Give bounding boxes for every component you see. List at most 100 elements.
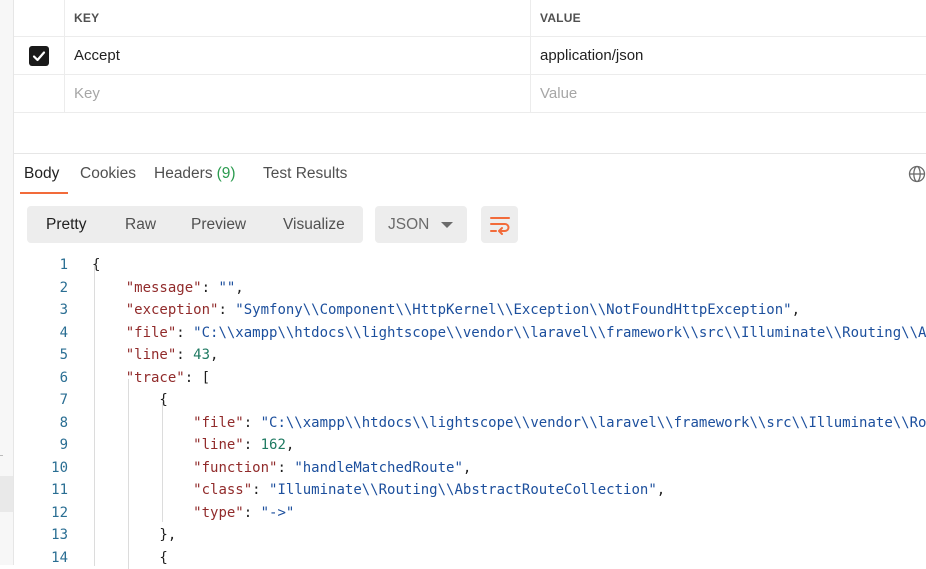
code-text: { (92, 389, 168, 412)
view-mode-pretty[interactable]: Pretty (46, 206, 86, 243)
code-line: 3 "exception": "Symfony\\Component\\Http… (14, 299, 926, 322)
json-punctuation: : (218, 302, 235, 318)
header-key-field[interactable]: Accept (65, 37, 531, 74)
line-number: 3 (14, 299, 68, 322)
line-number: 9 (14, 434, 68, 457)
json-punctuation: : (176, 347, 193, 363)
json-punctuation: , (657, 482, 665, 498)
json-punctuation: : (277, 460, 294, 476)
line-number: 12 (14, 502, 68, 525)
code-line: 6 "trace": [ (14, 367, 926, 390)
code-line: 2 "message": "", (14, 277, 926, 300)
code-text: "trace": [ (92, 367, 210, 390)
json-punctuation (92, 437, 193, 453)
table-row: Accept application/json (14, 37, 926, 75)
json-punctuation: }, (92, 527, 176, 543)
json-key: "function" (193, 460, 277, 476)
response-tabs: Body Cookies Headers(9) Test Results (14, 153, 926, 194)
tab-body-label: Body (24, 165, 59, 183)
view-mode-raw[interactable]: Raw (125, 206, 156, 243)
tab-body[interactable]: Body (24, 154, 59, 194)
json-key: "line" (126, 347, 177, 363)
code-text: "line": 162, (92, 434, 294, 457)
row-enabled-checkbox[interactable] (29, 46, 49, 66)
json-punctuation: , (210, 347, 218, 363)
header-check-column (14, 0, 65, 36)
json-punctuation: { (92, 392, 168, 408)
json-string: "->" (261, 505, 295, 521)
json-punctuation: , (235, 280, 243, 296)
code-text: "file": "C:\\xampp\\htdocs\\lightscope\\… (92, 412, 926, 435)
code-text: "exception": "Symfony\\Component\\HttpKe… (92, 299, 800, 322)
tab-cookies[interactable]: Cookies (80, 154, 136, 194)
new-key-input[interactable]: Key (65, 75, 531, 112)
code-text: "type": "->" (92, 502, 294, 525)
code-line: 10 "function": "handleMatchedRoute", (14, 457, 926, 480)
tab-test-results[interactable]: Test Results (263, 154, 347, 194)
tab-cookies-label: Cookies (80, 165, 136, 183)
code-line: 8 "file": "C:\\xampp\\htdocs\\lightscope… (14, 412, 926, 435)
line-number: 10 (14, 457, 68, 480)
json-punctuation: : (244, 505, 261, 521)
json-key: "trace" (126, 370, 185, 386)
code-text: "file": "C:\\xampp\\htdocs\\lightscope\\… (92, 322, 926, 345)
json-punctuation: : (244, 415, 261, 431)
sidebar-selected-item[interactable] (0, 476, 13, 512)
json-punctuation (92, 415, 193, 431)
line-number: 1 (14, 254, 68, 277)
tab-headers-label: Headers (154, 165, 213, 183)
chevron-down-icon (441, 222, 453, 228)
json-key: "type" (193, 505, 244, 521)
code-text: "line": 43, (92, 344, 218, 367)
code-line: 11 "class": "Illuminate\\Routing\\Abstra… (14, 479, 926, 502)
json-punctuation: : [ (185, 370, 210, 386)
json-punctuation (92, 482, 193, 498)
line-number: 8 (14, 412, 68, 435)
json-punctuation (92, 370, 126, 386)
json-punctuation (92, 280, 126, 296)
sidebar-tick (0, 455, 3, 456)
response-body-code-view[interactable]: 1{2 "message": "",3 "exception": "Symfon… (14, 254, 926, 569)
view-mode-visualize[interactable]: Visualize (283, 206, 345, 243)
json-punctuation (92, 325, 126, 341)
header-value-field[interactable]: application/json (531, 37, 926, 74)
new-header-row: Key Value (14, 75, 926, 113)
left-sidebar-edge (0, 0, 14, 565)
column-header-value: VALUE (531, 0, 926, 36)
format-dropdown[interactable]: JSON (375, 206, 467, 243)
code-line: 14 { (14, 547, 926, 569)
code-line: 7 { (14, 389, 926, 412)
new-value-input[interactable]: Value (531, 75, 926, 112)
json-string: "handleMatchedRoute" (294, 460, 463, 476)
view-mode-selector: Pretty Raw Preview Visualize (27, 206, 363, 243)
tab-headers[interactable]: Headers(9) (154, 154, 236, 194)
json-string: "Symfony\\Component\\HttpKernel\\Excepti… (235, 302, 791, 318)
json-key: "message" (126, 280, 202, 296)
code-line: 1{ (14, 254, 926, 277)
globe-icon[interactable] (908, 165, 926, 183)
json-string: "Illuminate\\Routing\\AbstractRouteColle… (269, 482, 657, 498)
json-string: "C:\\xampp\\htdocs\\lightscope\\vendor\\… (261, 415, 926, 431)
line-number: 5 (14, 344, 68, 367)
wrap-lines-button[interactable] (481, 206, 518, 243)
row-checkbox-cell (14, 37, 65, 74)
new-row-check-cell (14, 75, 65, 112)
json-string: "C:\\xampp\\htdocs\\lightscope\\vendor\\… (193, 325, 926, 341)
code-line: 5 "line": 43, (14, 344, 926, 367)
code-line: 9 "line": 162, (14, 434, 926, 457)
json-key: "class" (193, 482, 252, 498)
table-header-row: KEY VALUE (14, 0, 926, 37)
code-line: 4 "file": "C:\\xampp\\htdocs\\lightscope… (14, 322, 926, 345)
check-icon (32, 49, 46, 63)
view-mode-preview[interactable]: Preview (191, 206, 246, 243)
json-punctuation (92, 347, 126, 363)
json-key: "line" (193, 437, 244, 453)
json-key: "file" (126, 325, 177, 341)
code-line: 12 "type": "->" (14, 502, 926, 525)
json-punctuation: { (92, 257, 100, 273)
line-number: 7 (14, 389, 68, 412)
line-number: 11 (14, 479, 68, 502)
code-text: { (92, 547, 168, 569)
line-number: 4 (14, 322, 68, 345)
tab-test-results-label: Test Results (263, 165, 347, 183)
